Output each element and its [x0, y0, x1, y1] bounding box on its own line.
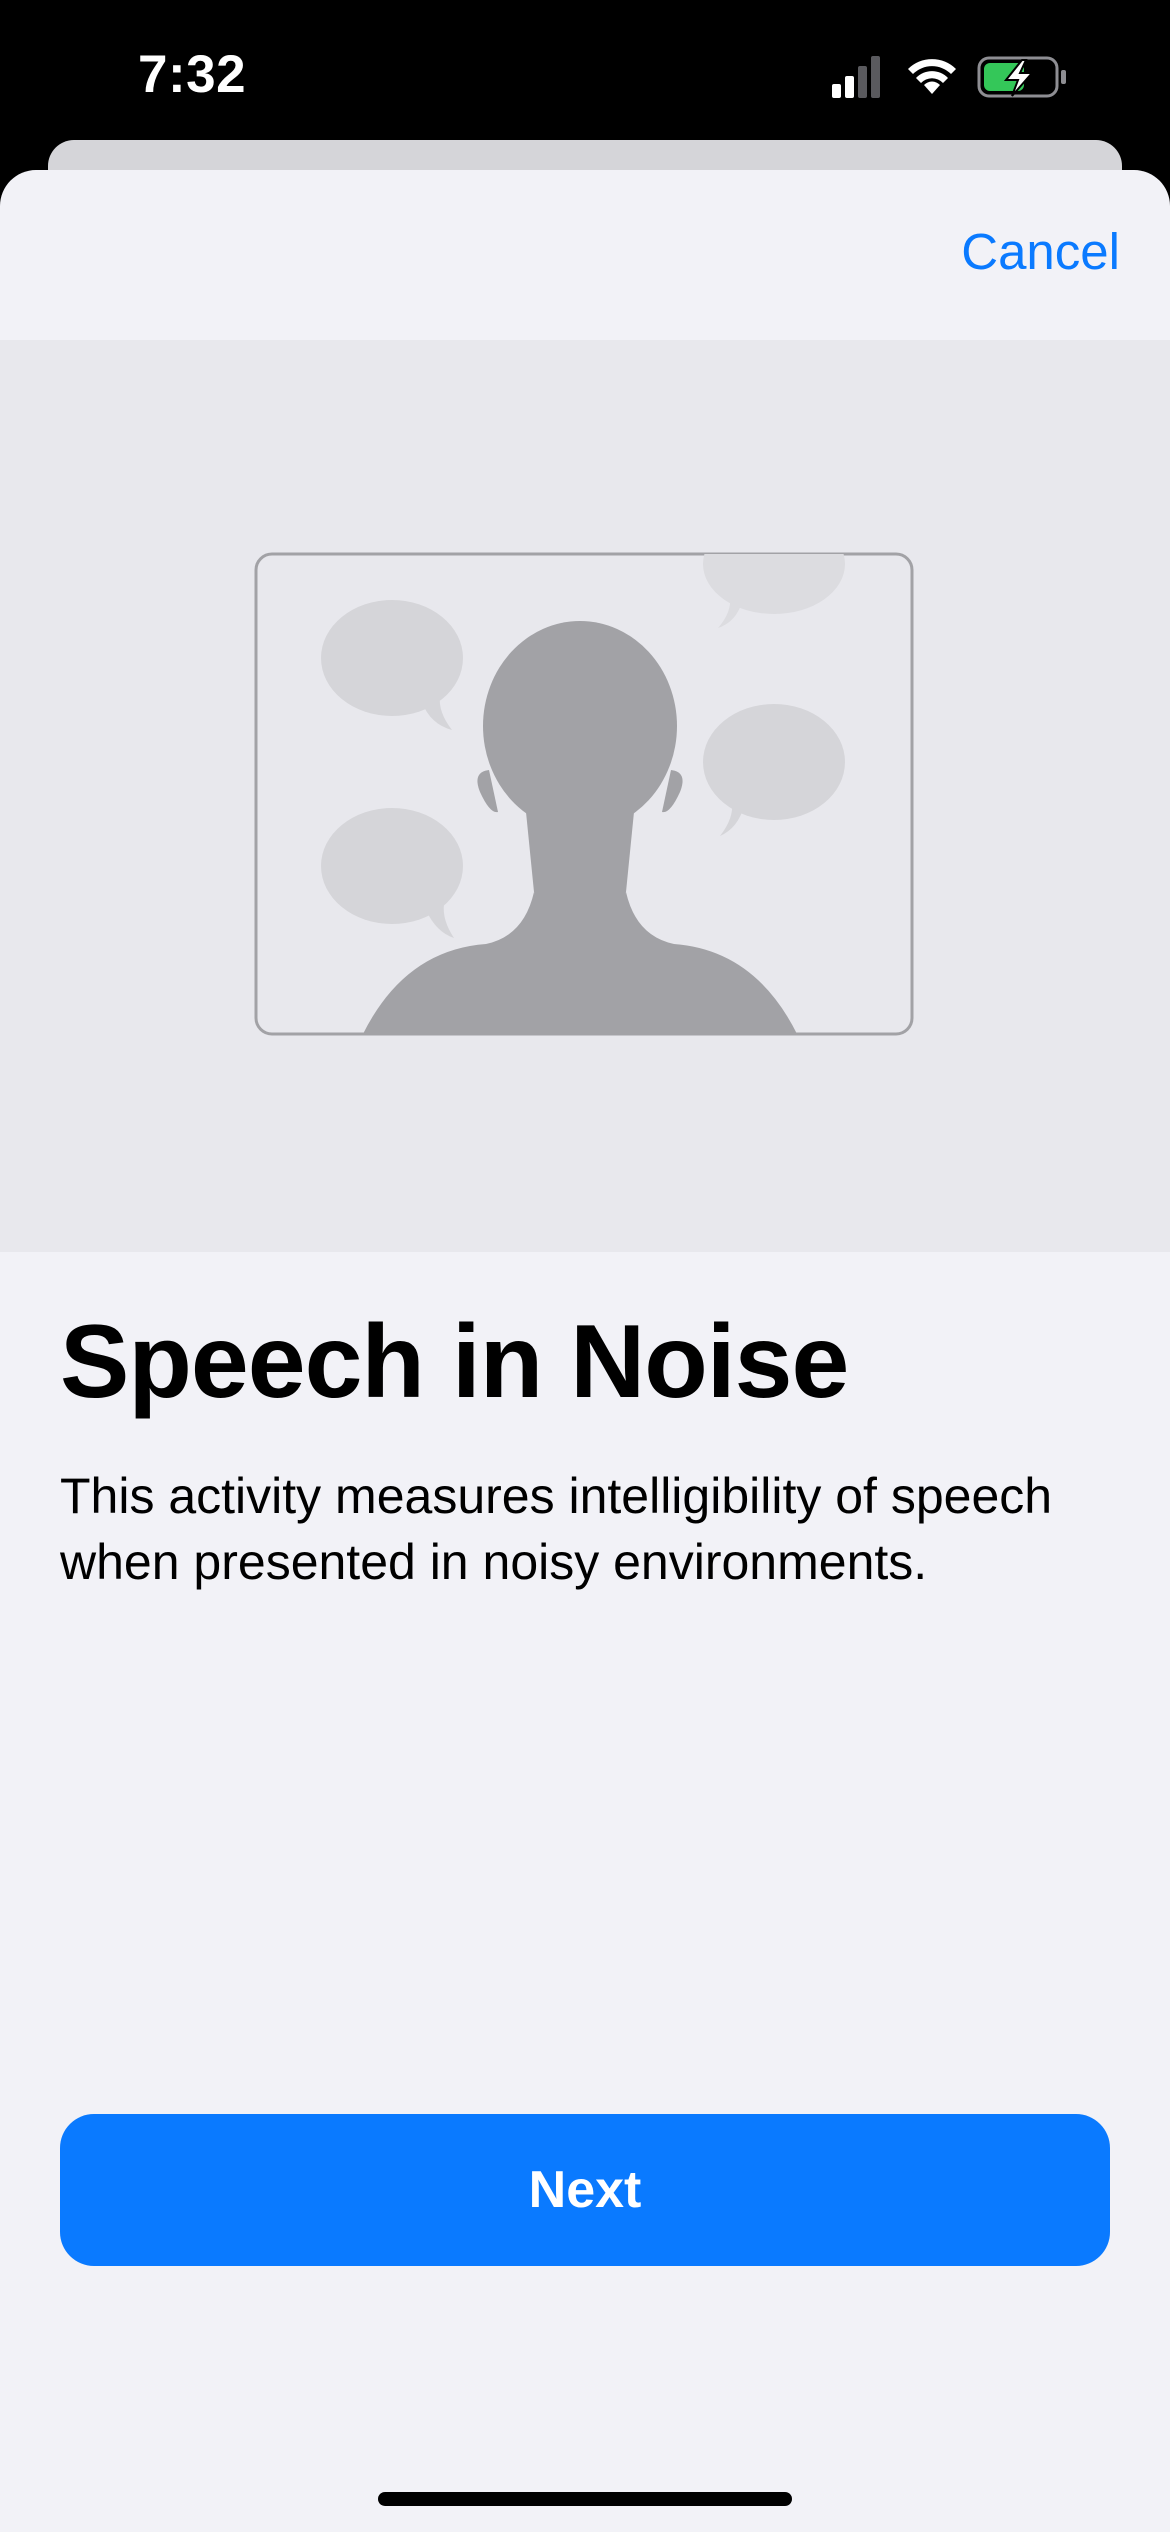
next-button[interactable]: Next [60, 2114, 1110, 2266]
home-indicator[interactable] [378, 2492, 792, 2506]
cancel-button[interactable]: Cancel [961, 222, 1120, 281]
content: Speech in Noise This activity measures i… [60, 1300, 1110, 1595]
person-with-speech-bubbles-icon [254, 552, 914, 1036]
cellular-signal-icon [832, 56, 880, 98]
navigation-bar: Cancel [0, 170, 1170, 340]
page-title: Speech in Noise [60, 1304, 849, 1420]
status-time: 7:32 [138, 45, 247, 104]
page-description: This activity measures intelligibility o… [60, 1467, 1053, 1590]
illustration-area [0, 340, 1170, 1252]
battery-charging-icon [977, 56, 1066, 98]
status-bar: 7:32 [0, 0, 1170, 150]
wifi-icon [908, 59, 956, 94]
modal-sheet: Cancel Speech in Noise This activity mea… [0, 170, 1170, 2532]
status-icons [832, 56, 1066, 98]
